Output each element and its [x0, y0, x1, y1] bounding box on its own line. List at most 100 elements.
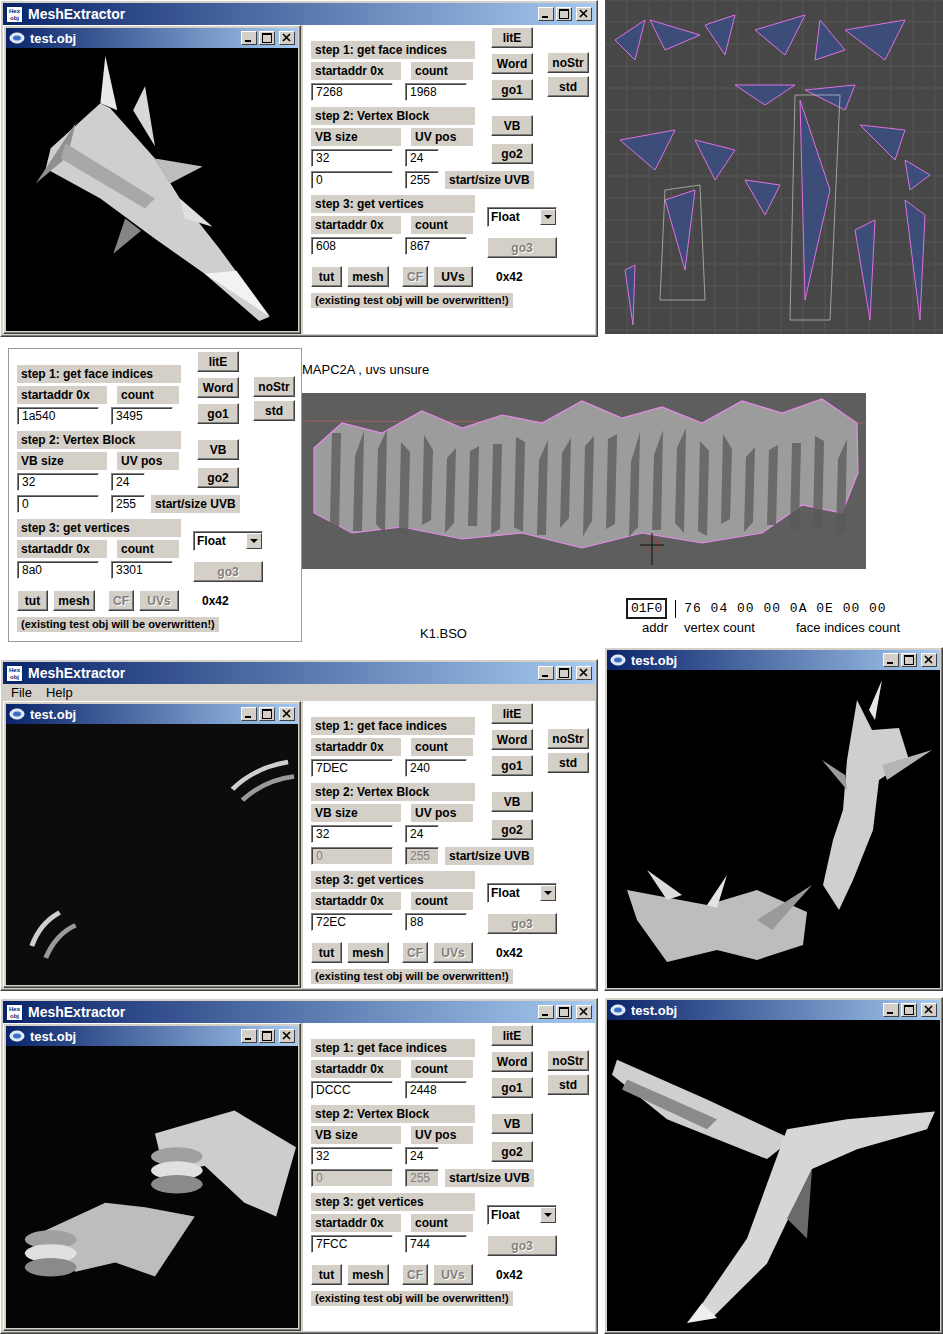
uvb-start-field[interactable]: 0 — [311, 171, 393, 189]
go3-button[interactable]: go3 — [487, 1235, 557, 1256]
title-bar[interactable]: test.obj — [6, 704, 298, 724]
step1-button[interactable]: Word — [491, 53, 533, 74]
option-button[interactable]: noStr — [547, 728, 589, 749]
count-field[interactable]: 744 — [405, 1235, 467, 1253]
minimize-icon[interactable] — [538, 666, 554, 680]
count-field[interactable]: 3495 — [111, 407, 173, 425]
minimize-icon[interactable] — [241, 31, 257, 45]
maximize-icon[interactable] — [901, 653, 917, 667]
action-button[interactable]: mesh — [53, 590, 95, 611]
start-address-field[interactable]: 1a540 — [17, 407, 99, 425]
close-icon[interactable] — [576, 7, 592, 21]
step1-button[interactable]: go1 — [491, 79, 533, 100]
type-dropdown[interactable]: Float — [487, 883, 557, 903]
step1-button[interactable]: litE — [197, 351, 239, 372]
step1-button[interactable]: litE — [491, 27, 533, 48]
minimize-icon[interactable] — [883, 1003, 899, 1017]
menu-item[interactable]: File — [11, 685, 32, 700]
action-button[interactable]: UVs — [433, 266, 473, 287]
action-button[interactable]: mesh — [347, 266, 389, 287]
action-button[interactable]: tut — [311, 942, 342, 963]
uvb-size-field[interactable]: 255 — [405, 1169, 439, 1187]
start-address-field[interactable]: 608 — [311, 237, 393, 255]
dropdown-arrow-icon[interactable] — [540, 885, 556, 901]
action-button[interactable]: mesh — [347, 942, 389, 963]
start-address-field[interactable]: 8a0 — [17, 561, 99, 579]
go3-button[interactable]: go3 — [487, 913, 557, 934]
action-button[interactable]: mesh — [347, 1264, 389, 1285]
start-address-field[interactable]: 72EC — [311, 913, 393, 931]
minimize-icon[interactable] — [538, 7, 554, 21]
maximize-icon[interactable] — [556, 7, 572, 21]
viewport-3d[interactable] — [607, 1020, 940, 1331]
maximize-icon[interactable] — [259, 1029, 275, 1043]
step2-button[interactable]: VB — [491, 1113, 533, 1134]
minimize-icon[interactable] — [538, 1005, 554, 1019]
title-bar[interactable]: test.obj — [607, 1000, 940, 1020]
maximize-icon[interactable] — [556, 666, 572, 680]
option-button[interactable]: std — [547, 76, 589, 97]
type-dropdown[interactable]: Float — [193, 531, 263, 551]
viewport-3d[interactable] — [607, 670, 940, 988]
count-field[interactable]: 1968 — [405, 83, 467, 101]
uvb-size-field[interactable]: 255 — [405, 171, 439, 189]
start-address-field[interactable]: 7FCC — [311, 1235, 393, 1253]
step1-button[interactable]: litE — [491, 703, 533, 724]
option-button[interactable]: std — [547, 1074, 589, 1095]
step2-button[interactable]: go2 — [491, 819, 533, 840]
uvb-size-field[interactable]: 255 — [405, 847, 439, 865]
maximize-icon[interactable] — [259, 707, 275, 721]
vb-size-field[interactable]: 32 — [311, 149, 393, 167]
step2-button[interactable]: VB — [197, 439, 239, 460]
viewport-3d[interactable] — [6, 48, 298, 331]
count-field[interactable]: 3301 — [111, 561, 173, 579]
action-button[interactable]: CF — [402, 1264, 428, 1285]
step1-button[interactable]: go1 — [491, 1077, 533, 1098]
close-icon[interactable] — [279, 31, 295, 45]
uv-pos-field[interactable]: 24 — [111, 473, 145, 491]
maximize-icon[interactable] — [556, 1005, 572, 1019]
option-button[interactable]: std — [253, 400, 295, 421]
action-button[interactable]: tut — [311, 266, 342, 287]
close-icon[interactable] — [921, 653, 937, 667]
step2-button[interactable]: go2 — [197, 467, 239, 488]
minimize-icon[interactable] — [883, 653, 899, 667]
step1-button[interactable]: Word — [491, 729, 533, 750]
minimize-icon[interactable] — [241, 1029, 257, 1043]
uv-pos-field[interactable]: 24 — [405, 1147, 439, 1165]
go3-button[interactable]: go3 — [487, 237, 557, 258]
go3-button[interactable]: go3 — [193, 561, 263, 582]
maximize-icon[interactable] — [259, 31, 275, 45]
close-icon[interactable] — [279, 1029, 295, 1043]
step1-button[interactable]: Word — [491, 1051, 533, 1072]
type-dropdown[interactable]: Float — [487, 207, 557, 227]
action-button[interactable]: CF — [402, 266, 428, 287]
action-button[interactable]: UVs — [139, 590, 179, 611]
action-button[interactable]: UVs — [433, 1264, 473, 1285]
uvb-start-field[interactable]: 0 — [311, 847, 393, 865]
step1-button[interactable]: go1 — [491, 755, 533, 776]
step2-button[interactable]: go2 — [491, 1141, 533, 1162]
close-icon[interactable] — [576, 1005, 592, 1019]
action-button[interactable]: UVs — [433, 942, 473, 963]
step1-button[interactable]: litE — [491, 1025, 533, 1046]
type-dropdown[interactable]: Float — [487, 1205, 557, 1225]
viewport-3d[interactable] — [6, 724, 298, 985]
close-icon[interactable] — [279, 707, 295, 721]
uvb-start-field[interactable]: 0 — [17, 495, 99, 513]
count-field[interactable]: 88 — [405, 913, 467, 931]
vb-size-field[interactable]: 32 — [311, 1147, 393, 1165]
step1-button[interactable]: go1 — [197, 403, 239, 424]
start-address-field[interactable]: 7DEC — [311, 759, 393, 777]
action-button[interactable]: CF — [108, 590, 134, 611]
vb-size-field[interactable]: 32 — [311, 825, 393, 843]
option-button[interactable]: std — [547, 752, 589, 773]
minimize-icon[interactable] — [241, 707, 257, 721]
option-button[interactable]: noStr — [547, 1050, 589, 1071]
maximize-icon[interactable] — [901, 1003, 917, 1017]
uvb-start-field[interactable]: 0 — [311, 1169, 393, 1187]
uv-pos-field[interactable]: 24 — [405, 825, 439, 843]
title-bar[interactable]: test.obj — [607, 650, 940, 670]
start-address-field[interactable]: 7268 — [311, 83, 393, 101]
count-field[interactable]: 2448 — [405, 1081, 467, 1099]
